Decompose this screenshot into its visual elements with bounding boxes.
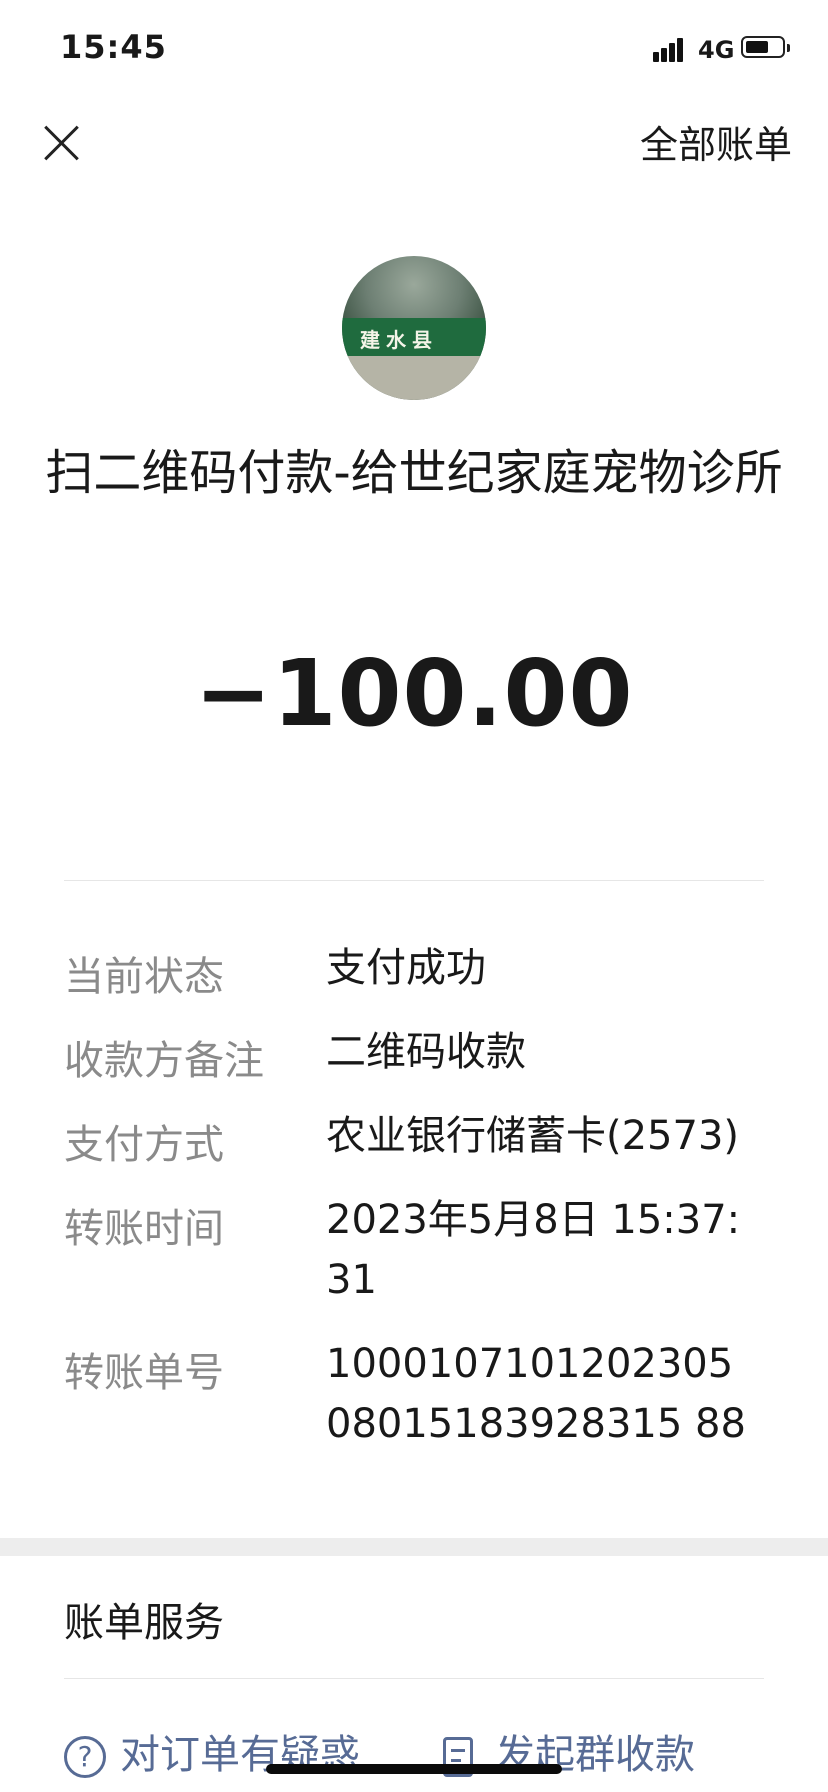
- status-bar: 15:45 4G: [0, 0, 828, 100]
- detail-value-transfer-time: 2023年5月8日 15:37:31: [326, 1197, 741, 1303]
- merchant-avatar: 建水县: [342, 256, 486, 400]
- detail-label-status: 当前状态: [64, 954, 224, 1000]
- battery-icon: [741, 36, 790, 58]
- all-bills-link[interactable]: 全部账单: [640, 114, 792, 169]
- detail-value-payment-method: 农业银行储蓄卡(2573): [326, 1113, 740, 1159]
- detail-value-remark: 二维码收款: [326, 1029, 526, 1075]
- section-gap: [0, 1538, 828, 1556]
- detail-label-remark: 收款方备注: [64, 1038, 264, 1084]
- network-type: 4G: [698, 36, 735, 64]
- detail-label-transfer-time: 转账时间: [64, 1206, 224, 1252]
- section-divider: [64, 880, 764, 881]
- home-indicator[interactable]: [266, 1764, 562, 1774]
- detail-label-payment-method: 支付方式: [64, 1122, 224, 1168]
- detail-value-transfer-number: 100010710120230508015183928315 88: [326, 1341, 746, 1447]
- merchant-title: 扫二维码付款-给世纪家庭宠物诊所: [45, 445, 783, 501]
- avatar-wall: [342, 356, 486, 400]
- close-button[interactable]: [38, 118, 84, 164]
- detail-label-transfer-number: 转账单号: [64, 1350, 224, 1396]
- bill-service-title: 账单服务: [64, 1600, 224, 1646]
- question-circle-icon: ?: [64, 1736, 106, 1778]
- detail-value-status: 支付成功: [326, 945, 486, 991]
- avatar-sign-text: 建水县: [360, 328, 438, 352]
- status-time: 15:45: [60, 28, 167, 66]
- signal-strength-icon: [653, 36, 691, 62]
- service-divider: [64, 1678, 764, 1679]
- payment-amount: −100.00: [194, 640, 634, 747]
